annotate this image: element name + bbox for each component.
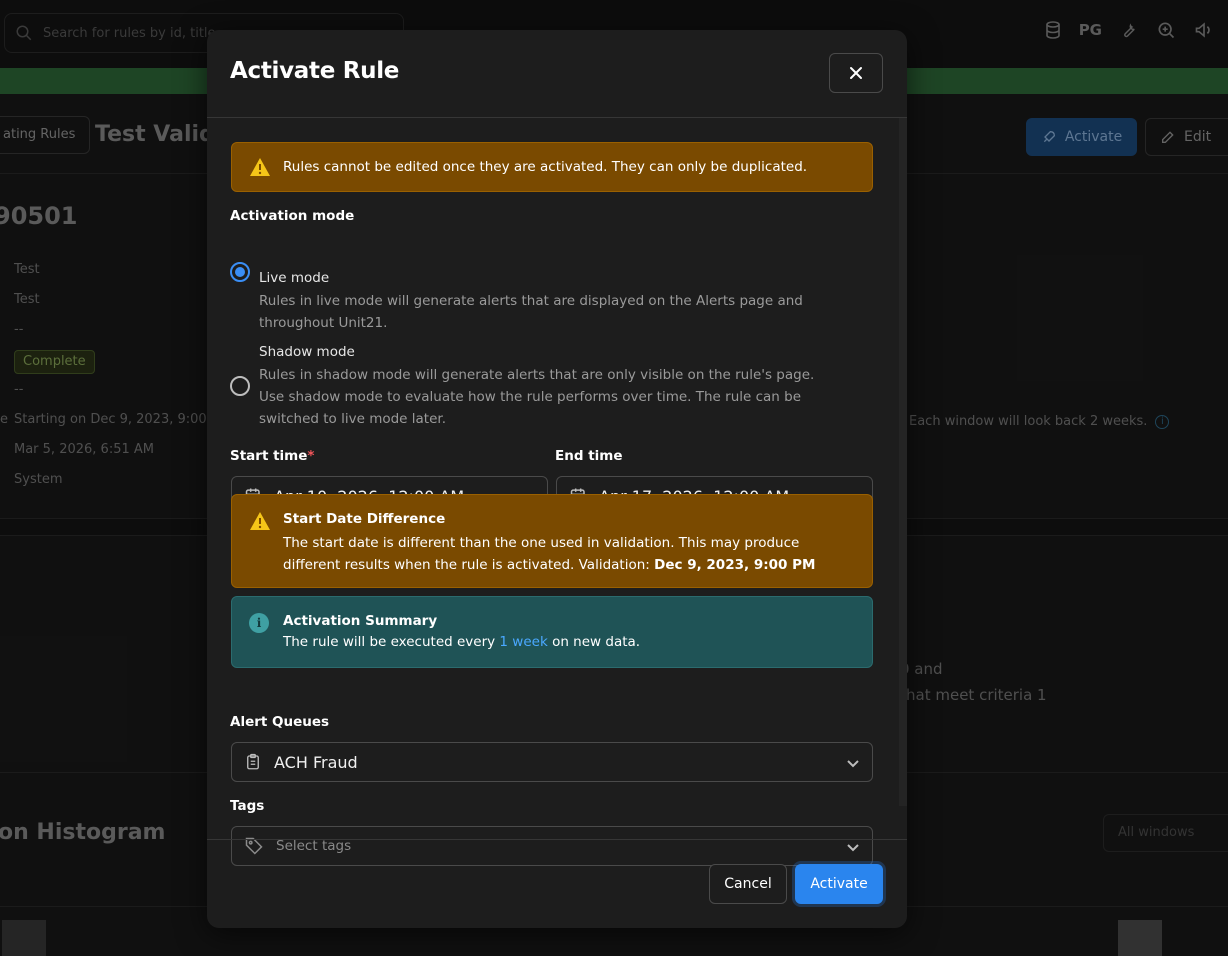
alert-queue-value: ACH Fraud [274, 752, 358, 772]
edit-warning-alert: Rules cannot be edited once they are act… [231, 142, 873, 192]
activation-summary-body: The rule will be executed every 1 week o… [283, 634, 852, 650]
start-time-label-text: Start time [230, 448, 308, 464]
alert-queues-label: Alert Queues [230, 714, 330, 730]
edit-warning-text: Rules cannot be edited once they are act… [283, 159, 808, 175]
modal-title: Activate Rule [230, 58, 400, 84]
start-date-warning-title: Start Date Difference [283, 511, 446, 527]
start-date-warning-alert: Start Date Difference The start date is … [231, 494, 873, 588]
shadow-mode-description: Rules in shadow mode will generate alert… [259, 367, 815, 427]
modal-scrollbar[interactable] [899, 118, 907, 806]
close-icon [850, 67, 862, 79]
activate-rule-modal: Activate Rule Rules cannot be edited onc… [207, 30, 907, 928]
start-date-warning-body: The start date is different than the one… [283, 532, 852, 576]
required-mark: * [307, 448, 315, 464]
clipboard-icon [247, 753, 259, 770]
chevron-down-icon [847, 760, 859, 768]
summary-suffix: on new data. [547, 634, 641, 650]
frequency-link[interactable]: 1 week [499, 634, 547, 650]
tags-label: Tags [230, 798, 265, 814]
modal-footer: Cancel Activate [207, 839, 907, 928]
activate-button[interactable]: Activate [795, 864, 883, 904]
activation-summary-alert: i Activation Summary The rule will be ex… [231, 596, 873, 668]
close-button[interactable] [829, 53, 883, 93]
modal-header: Activate Rule [207, 30, 907, 118]
info-icon: i [249, 613, 269, 633]
alert-queue-select[interactable]: ACH Fraud [231, 742, 873, 782]
end-time-label: End time [555, 448, 623, 464]
shadow-mode-radio[interactable] [230, 376, 250, 396]
modal-body: Rules cannot be edited once they are act… [207, 118, 907, 866]
activation-summary-title: Activation Summary [283, 613, 438, 629]
warning-icon [250, 158, 270, 176]
shadow-mode-title[interactable]: Shadow mode [259, 344, 355, 360]
live-mode-title[interactable]: Live mode [259, 270, 329, 286]
warning-icon [250, 512, 270, 530]
activation-mode-label: Activation mode [230, 208, 355, 224]
summary-prefix: The rule will be executed every [283, 634, 500, 650]
cancel-button[interactable]: Cancel [709, 864, 787, 904]
start-time-label: Start time* [230, 448, 314, 464]
live-mode-radio[interactable] [230, 262, 250, 282]
validation-date: Dec 9, 2023, 9:00 PM [654, 557, 816, 573]
live-mode-description: Rules in live mode will generate alerts … [259, 293, 803, 331]
